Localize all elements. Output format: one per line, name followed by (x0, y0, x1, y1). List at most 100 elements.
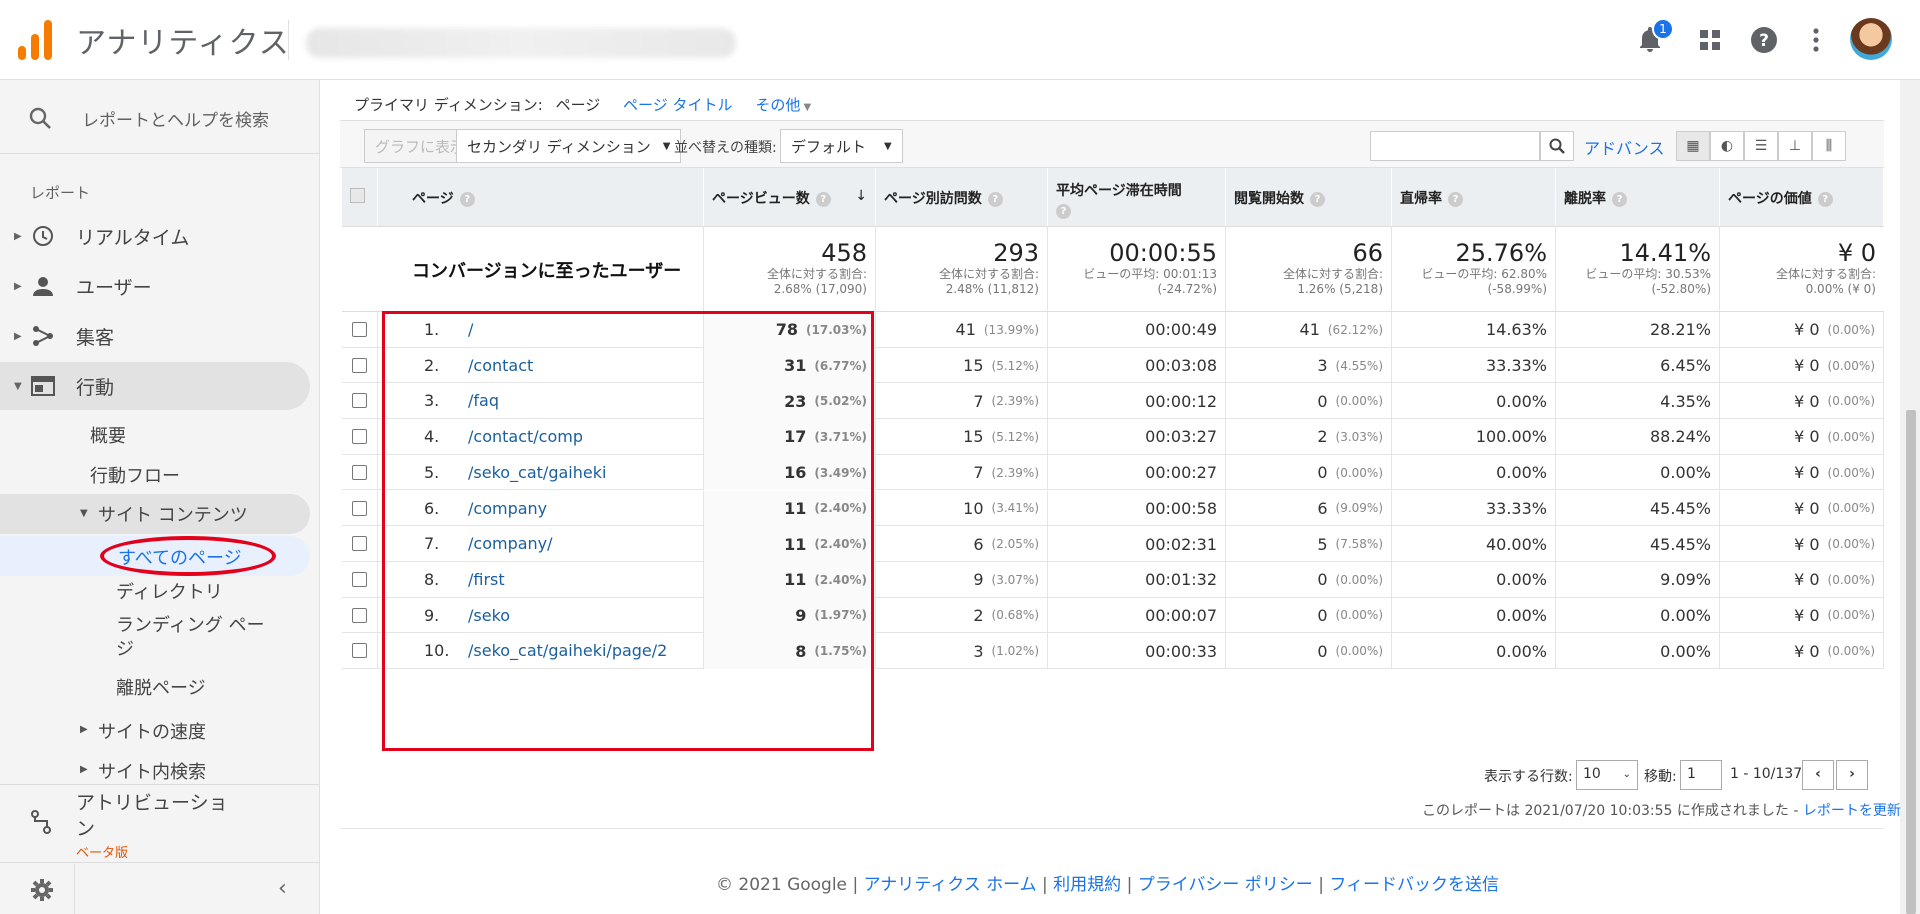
more-vert-icon[interactable] (1798, 22, 1834, 58)
metric-value: 6 (1317, 498, 1328, 518)
footer-link-feedback[interactable]: フィードバックを送信 (1329, 875, 1499, 895)
sidebar-item-overview[interactable]: 概要 (90, 422, 126, 448)
table-view-icon[interactable]: ▦ (1676, 131, 1710, 161)
row-checkbox[interactable] (352, 393, 367, 409)
metric-percent: (5.12%) (991, 358, 1039, 373)
help-icon[interactable]: ? (1612, 191, 1627, 207)
refresh-report-link[interactable]: レポートを更新 (1803, 803, 1901, 819)
help-icon[interactable]: ? (1746, 22, 1782, 58)
sidebar-item-behavior[interactable]: ▼ 行動 (0, 362, 310, 410)
sidebar-item-behavior-flow[interactable]: 行動フロー (90, 462, 180, 488)
analytics-logo[interactable] (18, 20, 54, 60)
row-checkbox[interactable] (352, 607, 367, 623)
help-icon[interactable]: ? (815, 191, 831, 207)
avatar[interactable] (1850, 18, 1892, 60)
scrollbar-thumb[interactable] (1906, 410, 1916, 914)
header-exit-rate[interactable]: 離脱率? (1556, 168, 1720, 226)
footer-link-privacy[interactable]: プライバシー ポリシー (1138, 875, 1313, 895)
sidebar-item-directory[interactable]: ディレクトリ (116, 578, 223, 604)
help-icon[interactable]: ? (459, 191, 475, 207)
gear-icon[interactable] (30, 878, 54, 906)
row-checkbox[interactable] (352, 536, 367, 552)
next-page-button[interactable]: › (1836, 760, 1868, 790)
title-divider (288, 20, 289, 60)
help-icon[interactable]: ? (1448, 191, 1463, 207)
rows-per-page-select[interactable]: 10 ⌄ (1576, 760, 1638, 790)
metric-cell: 45.45% (1556, 526, 1720, 562)
header-entrances[interactable]: 閲覧開始数? (1226, 168, 1392, 226)
account-selector[interactable] (306, 28, 736, 58)
help-icon[interactable]: ? (1310, 191, 1325, 207)
metric-percent: (0.00%) (1827, 322, 1875, 337)
metric-percent: (7.58%) (1335, 537, 1383, 552)
metric-cell: 0.00% (1392, 383, 1556, 420)
summary-sub: 全体に対する割合: (766, 267, 867, 281)
row-checkbox[interactable] (352, 571, 367, 587)
header-pageviews[interactable]: ページビュー数? ↓ (704, 168, 876, 226)
metric-value: 00:01:32 (1145, 570, 1217, 590)
collapse-sidebar-icon[interactable]: ‹ (278, 876, 287, 901)
row-checkbox[interactable] (352, 464, 367, 480)
sort-type-dropdown[interactable]: デフォルト ▼ (780, 129, 903, 163)
sidebar-item-site-content[interactable]: ▼ サイト コンテンツ (0, 494, 310, 534)
summary-sub: 2.68% (17,090) (773, 282, 867, 296)
select-all-checkbox[interactable] (350, 188, 365, 203)
metric-cell: ¥ 0 (0.00%) (1720, 526, 1884, 562)
sidebar-item-landing-pages[interactable]: ランディング ペー ジ (116, 614, 276, 662)
sidebar-item-attribution[interactable]: アトリビューショ ン ベータ版 (0, 788, 310, 861)
apps-icon[interactable] (1692, 22, 1728, 58)
metric-cell: 7 (2.39%) (876, 383, 1048, 420)
caret-down-icon: ▼ (884, 140, 892, 152)
metric-percent: (62.12%) (1327, 322, 1383, 337)
metric-cell: 0 (0.00%) (1226, 454, 1392, 491)
comparison-view-icon[interactable]: ⊥ (1778, 131, 1812, 161)
header-unique-pageviews[interactable]: ページ別訪問数? (876, 168, 1048, 226)
secondary-dimension-dropdown[interactable]: セカンダリ ディメンション ▼ (456, 129, 682, 163)
metric-cell: 9.09% (1556, 561, 1720, 598)
metric-value: 100.00% (1475, 427, 1547, 447)
sidebar-item-site-search[interactable]: ▶ サイト内検索 (0, 752, 310, 788)
help-icon[interactable]: ? (987, 191, 1003, 207)
metric-value: 41 (1299, 320, 1320, 340)
metric-cell: 15 (5.12%) (876, 419, 1048, 455)
header-label: 離脱率 (1564, 191, 1606, 207)
row-checkbox[interactable] (352, 643, 367, 659)
row-checkbox[interactable] (352, 429, 367, 445)
sidebar-item-site-speed[interactable]: ▶ サイトの速度 (0, 712, 310, 748)
metric-cell: 0.00% (1392, 597, 1556, 634)
metric-cell: 100.00% (1392, 419, 1556, 455)
metric-value: 00:00:49 (1145, 320, 1217, 340)
table-search-input[interactable] (1370, 131, 1540, 161)
dimension-other-link[interactable]: その他 (755, 96, 800, 114)
sidebar-item-users[interactable]: ▶ ユーザー (0, 262, 310, 310)
sidebar-search[interactable]: レポートとヘルプを検索 (0, 80, 320, 156)
help-icon[interactable]: ? (1056, 204, 1071, 219)
pie-view-icon[interactable]: ◐ (1710, 131, 1744, 161)
metric-value: 7 (973, 463, 984, 483)
row-checkbox[interactable] (352, 357, 367, 373)
dimension-page-title-link[interactable]: ページ タイトル (623, 96, 732, 114)
advanced-filter-link[interactable]: アドバンス (1584, 135, 1664, 159)
sidebar-item-label: サイト内検索 (98, 762, 206, 783)
header-bounce-rate[interactable]: 直帰率? (1392, 168, 1556, 226)
performance-view-icon[interactable]: ☰ (1744, 131, 1778, 161)
caret-right-icon: ▶ (14, 280, 22, 292)
previous-page-button[interactable]: ‹ (1802, 760, 1834, 790)
sidebar-item-realtime[interactable]: ▶ リアルタイム (0, 212, 310, 260)
footer-link-terms[interactable]: 利用規約 (1053, 875, 1121, 895)
goto-page-input[interactable]: 1 (1680, 760, 1722, 790)
pivot-view-icon[interactable]: ⫼ (1812, 131, 1846, 161)
row-checkbox[interactable] (352, 322, 367, 337)
metric-cell: 5 (7.58%) (1226, 526, 1392, 562)
metric-value: 33.33% (1485, 498, 1547, 518)
search-icon[interactable] (1540, 131, 1574, 161)
row-checkbox[interactable] (352, 500, 367, 516)
header-avg-time[interactable]: 平均ページ滞在時間? (1048, 168, 1226, 226)
app-title: アナリティクス (76, 26, 290, 61)
header-page[interactable]: ページ? (378, 168, 704, 226)
sidebar-item-exit-pages[interactable]: 離脱ページ (116, 674, 206, 700)
footer-link-analytics-home[interactable]: アナリティクス ホーム (864, 875, 1037, 895)
sidebar-item-acquisition[interactable]: ▶ 集客 (0, 312, 310, 360)
help-icon[interactable]: ? (1817, 191, 1833, 207)
header-page-value[interactable]: ページの価値? (1720, 168, 1884, 226)
